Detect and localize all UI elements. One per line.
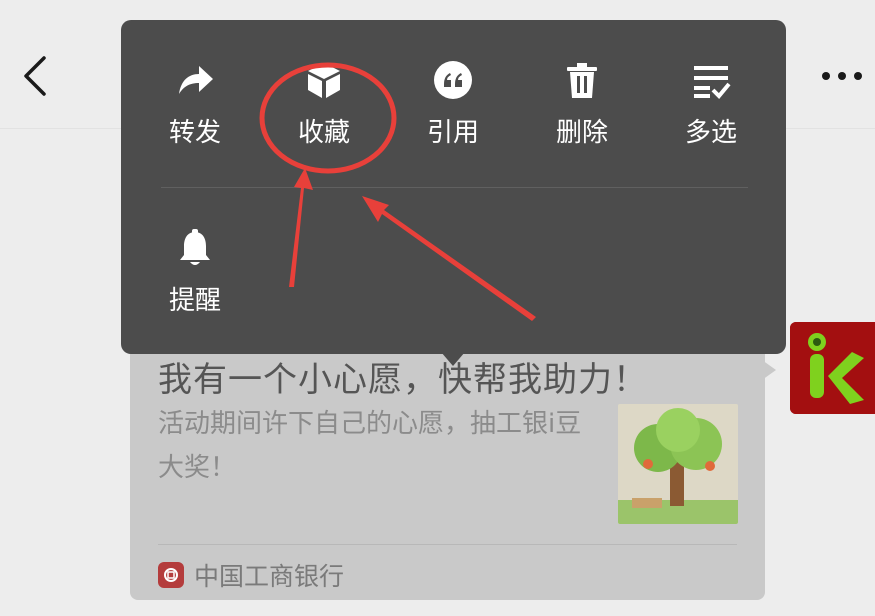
menu-label-multiselect: 多选 — [684, 118, 737, 148]
source-name: 中国工商银行 — [194, 562, 345, 591]
trash-icon — [567, 63, 597, 98]
forward-icon — [179, 66, 213, 94]
quote-icon — [434, 61, 472, 99]
tree-image — [618, 404, 738, 524]
chevron-left-icon — [24, 56, 46, 96]
menu-item-forward[interactable]: 转发 — [130, 60, 260, 180]
menu-separator — [161, 187, 748, 188]
message-description: 活动期间许下自己的心愿，抽工银i豆大奖！ — [158, 409, 582, 483]
menu-item-multiselect[interactable]: 多选 — [646, 60, 776, 180]
bank-logo-icon — [158, 562, 184, 588]
menu-label-favorite: 收藏 — [297, 118, 350, 148]
message-title: 我有一个小心愿，快帮我助力！ — [158, 360, 648, 400]
message-source: 中国工商银行 — [158, 558, 344, 592]
menu-label-forward: 转发 — [168, 118, 221, 148]
avatar[interactable] — [790, 322, 875, 414]
menu-item-remind[interactable]: 提醒 — [130, 228, 260, 348]
more-dots-icon — [822, 72, 862, 80]
bell-icon — [180, 229, 210, 265]
menu-item-quote[interactable]: 引用 — [388, 60, 518, 180]
card-divider — [158, 544, 737, 545]
back-button[interactable] — [18, 52, 62, 100]
more-button[interactable] — [818, 56, 866, 96]
menu-label-quote: 引用 — [426, 118, 479, 148]
message-thumbnail — [618, 404, 738, 524]
menu-label-remind: 提醒 — [168, 286, 221, 316]
menu-item-favorite[interactable]: 收藏 — [259, 60, 389, 180]
menu-tail — [441, 352, 465, 366]
menu-label-delete: 删除 — [555, 118, 608, 148]
multi-select-icon — [694, 66, 731, 99]
card-tail — [762, 360, 776, 380]
context-menu: 转发 收藏 引用 删除 多选 提醒 — [121, 20, 786, 354]
avatar-letter-k-image — [790, 322, 875, 414]
favorite-cube-icon — [308, 63, 340, 98]
menu-item-delete[interactable]: 删除 — [517, 60, 647, 180]
